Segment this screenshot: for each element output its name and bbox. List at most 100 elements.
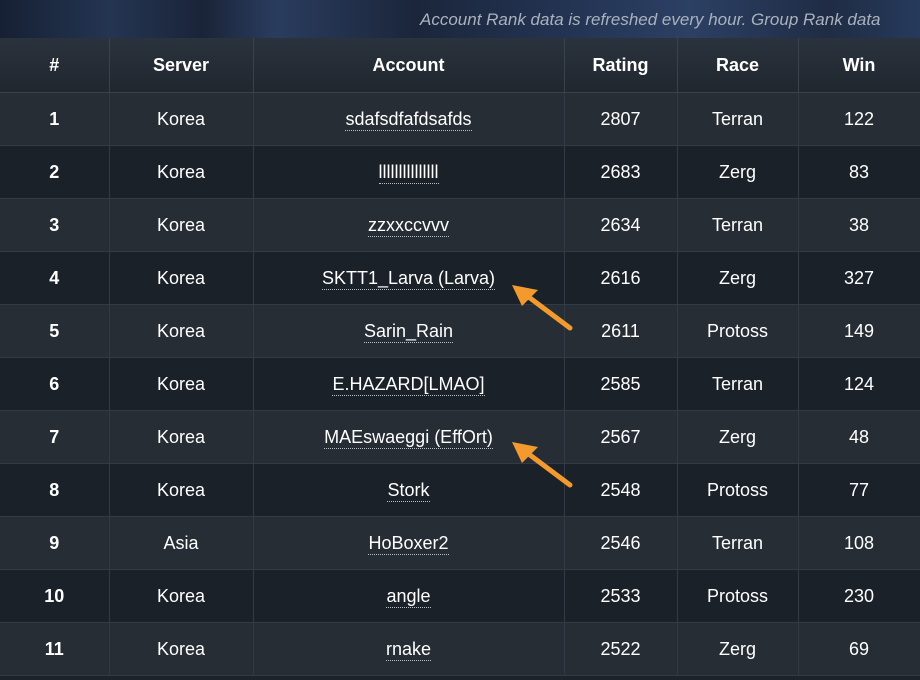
race-cell: Protoss: [677, 463, 799, 517]
rank-table-body: 1 Korea sdafsdfafdsafds 2807 Terran 122 2 Korea…: [0, 92, 920, 676]
account-cell: MAEswaeggi (EffOrt): [253, 410, 565, 464]
rank-cell: 11: [0, 622, 110, 676]
account-link[interactable]: MAEswaeggi (EffOrt): [324, 426, 493, 449]
account-cell: zzxxccvvv: [253, 198, 565, 252]
account-link[interactable]: HoBoxer2: [368, 532, 449, 555]
column-header-race[interactable]: Race: [677, 38, 799, 93]
win-cell: 230: [798, 569, 920, 623]
account-link[interactable]: angle: [386, 585, 431, 608]
rating-cell: 2611: [564, 304, 678, 358]
rating-cell: 2546: [564, 516, 678, 570]
race-cell: Zerg: [677, 251, 799, 305]
rank-cell: 1: [0, 92, 110, 146]
rank-cell: 4: [0, 251, 110, 305]
win-cell: 327: [798, 251, 920, 305]
rating-cell: 2585: [564, 357, 678, 411]
win-cell: 83: [798, 145, 920, 199]
server-cell: Korea: [109, 304, 254, 358]
rank-cell: 10: [0, 569, 110, 623]
rating-cell: 2683: [564, 145, 678, 199]
column-header-server[interactable]: Server: [109, 38, 254, 93]
account-link[interactable]: rnake: [385, 638, 432, 661]
table-row: 4 Korea SKTT1_Larva (Larva) 2616 Zerg 327: [0, 251, 920, 305]
table-row: 2 Korea lllllllllllllll 2683 Zerg 83: [0, 145, 920, 199]
server-cell: Korea: [109, 569, 254, 623]
rating-cell: 2548: [564, 463, 678, 517]
rank-page: Account Rank data is refreshed every hou…: [0, 0, 920, 680]
server-cell: Korea: [109, 145, 254, 199]
account-cell: Stork: [253, 463, 565, 517]
table-row: 3 Korea zzxxccvvv 2634 Terran 38: [0, 198, 920, 252]
rank-cell: 9: [0, 516, 110, 570]
table-row: 11 Korea rnake 2522 Zerg 69: [0, 622, 920, 676]
server-cell: Korea: [109, 357, 254, 411]
race-cell: Zerg: [677, 145, 799, 199]
win-cell: 77: [798, 463, 920, 517]
table-row: 6 Korea E.HAZARD[LMAO] 2585 Terran 124: [0, 357, 920, 411]
win-cell: 108: [798, 516, 920, 570]
server-cell: Korea: [109, 463, 254, 517]
account-link[interactable]: lllllllllllllll: [378, 161, 439, 184]
rank-cell: 7: [0, 410, 110, 464]
server-cell: Korea: [109, 92, 254, 146]
win-cell: 149: [798, 304, 920, 358]
table-row: 10 Korea angle 2533 Protoss 230: [0, 569, 920, 623]
table-row: 7 Korea MAEswaeggi (EffOrt) 2567 Zerg 48: [0, 410, 920, 464]
column-header-account[interactable]: Account: [253, 38, 565, 93]
race-cell: Protoss: [677, 569, 799, 623]
win-cell: 48: [798, 410, 920, 464]
account-cell: angle: [253, 569, 565, 623]
account-cell: E.HAZARD[LMAO]: [253, 357, 565, 411]
rating-cell: 2634: [564, 198, 678, 252]
account-cell: SKTT1_Larva (Larva): [253, 251, 565, 305]
rating-cell: 2567: [564, 410, 678, 464]
rank-cell: 3: [0, 198, 110, 252]
race-cell: Terran: [677, 198, 799, 252]
rating-cell: 2616: [564, 251, 678, 305]
server-cell: Korea: [109, 410, 254, 464]
refresh-notice: Account Rank data is refreshed every hou…: [420, 10, 881, 29]
server-cell: Korea: [109, 198, 254, 252]
win-cell: 122: [798, 92, 920, 146]
rank-cell: 2: [0, 145, 110, 199]
race-cell: Terran: [677, 92, 799, 146]
account-link[interactable]: sdafsdfafdsafds: [345, 108, 472, 131]
server-cell: Asia: [109, 516, 254, 570]
account-link[interactable]: Sarin_Rain: [363, 320, 454, 343]
win-cell: 69: [798, 622, 920, 676]
header-row: # Server Account Rating Race Win: [0, 38, 920, 93]
race-cell: Terran: [677, 516, 799, 570]
rating-cell: 2533: [564, 569, 678, 623]
table-row: 8 Korea Stork 2548 Protoss 77: [0, 463, 920, 517]
table-row: 1 Korea sdafsdfafdsafds 2807 Terran 122: [0, 92, 920, 146]
column-header-rank[interactable]: #: [0, 38, 110, 93]
account-link[interactable]: E.HAZARD[LMAO]: [332, 373, 485, 396]
account-cell: Sarin_Rain: [253, 304, 565, 358]
rank-table: # Server Account Rating Race Win 1 Korea s…: [0, 38, 920, 676]
rank-cell: 5: [0, 304, 110, 358]
column-header-rating[interactable]: Rating: [564, 38, 678, 93]
race-cell: Terran: [677, 357, 799, 411]
win-cell: 124: [798, 357, 920, 411]
rating-cell: 2807: [564, 92, 678, 146]
server-cell: Korea: [109, 622, 254, 676]
account-cell: rnake: [253, 622, 565, 676]
account-cell: lllllllllllllll: [253, 145, 565, 199]
column-header-win[interactable]: Win: [798, 38, 920, 93]
rank-cell: 8: [0, 463, 110, 517]
race-cell: Zerg: [677, 622, 799, 676]
account-cell: sdafsdfafdsafds: [253, 92, 565, 146]
header-banner: Account Rank data is refreshed every hou…: [0, 0, 920, 38]
race-cell: Protoss: [677, 304, 799, 358]
account-link[interactable]: zzxxccvvv: [368, 214, 449, 237]
account-link[interactable]: SKTT1_Larva (Larva): [321, 267, 496, 290]
table-row: 9 Asia HoBoxer2 2546 Terran 108: [0, 516, 920, 570]
table-row: 5 Korea Sarin_Rain 2611 Protoss 149: [0, 304, 920, 358]
server-cell: Korea: [109, 251, 254, 305]
account-link[interactable]: Stork: [387, 479, 430, 502]
win-cell: 38: [798, 198, 920, 252]
account-cell: HoBoxer2: [253, 516, 565, 570]
race-cell: Zerg: [677, 410, 799, 464]
rating-cell: 2522: [564, 622, 678, 676]
rank-cell: 6: [0, 357, 110, 411]
